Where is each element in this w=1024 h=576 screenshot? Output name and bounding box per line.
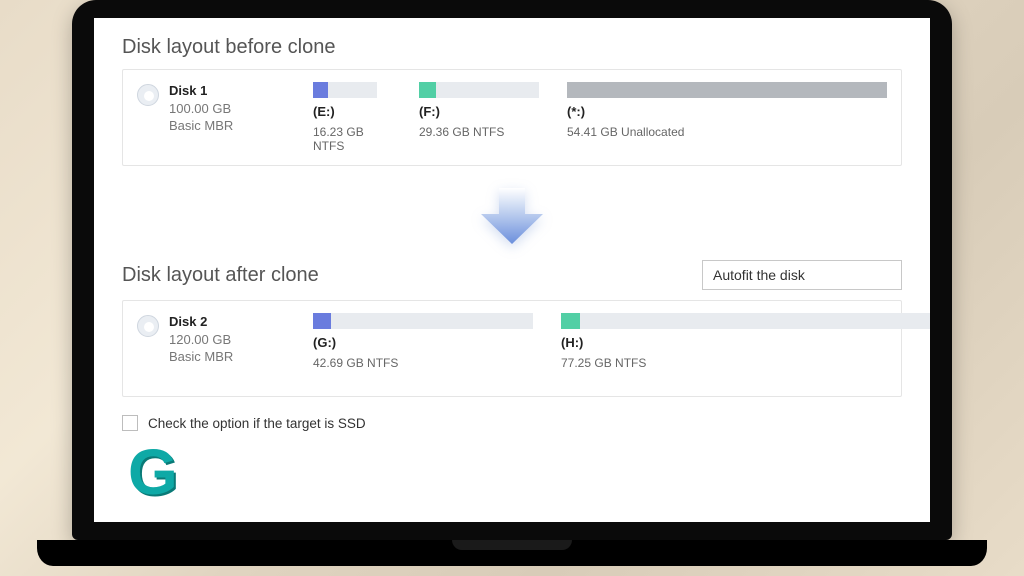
partition-bar	[313, 82, 377, 98]
laptop-bezel: Disk layout before clone Disk 1 100.00 G…	[72, 0, 952, 540]
after-partitions: (G:)42.69 GB NTFS(H:)77.25 GB NTFS(*:)15…	[313, 313, 930, 384]
wallpaper-background: Disk layout before clone Disk 1 100.00 G…	[0, 0, 1024, 576]
clone-arrow	[122, 186, 902, 246]
before-disk-meta: Disk 1 100.00 GB Basic MBR	[169, 82, 233, 135]
partition-used-segment	[313, 82, 328, 98]
app-window: Disk layout before clone Disk 1 100.00 G…	[94, 18, 930, 522]
before-panel: Disk 1 100.00 GB Basic MBR (E:) 16.23 GB …	[122, 69, 902, 166]
partition-bar	[567, 82, 887, 98]
after-disk-size: 120.00 GB	[169, 331, 233, 349]
partition-detail: 54.41 GB Unallocated	[567, 125, 887, 139]
down-arrow-icon	[477, 186, 547, 246]
laptop-frame: Disk layout before clone Disk 1 100.00 G…	[62, 0, 962, 576]
partition-bar	[313, 313, 533, 329]
ssd-option-label: Check the option if the target is SSD	[148, 416, 366, 431]
partition-bar	[419, 82, 539, 98]
clone-layout-panel: Disk layout before clone Disk 1 100.00 G…	[94, 18, 930, 443]
disk-icon	[137, 315, 159, 337]
partition-detail: 29.36 GB NTFS	[419, 125, 539, 139]
after-disk-meta: Disk 2 120.00 GB Basic MBR	[169, 313, 233, 366]
after-title: Disk layout after clone	[122, 264, 319, 287]
before-title: Disk layout before clone	[122, 36, 902, 59]
after-disk-type: Basic MBR	[169, 348, 233, 366]
partition-letter: (*:)	[567, 104, 887, 119]
after-panel: Disk 2 120.00 GB Basic MBR (G:) 42.69 GB …	[122, 300, 902, 397]
before-disk-size: 100.00 GB	[169, 100, 233, 118]
after-disk-column: Disk 2 120.00 GB Basic MBR	[137, 313, 287, 366]
before-disk-name: Disk 1	[169, 82, 233, 100]
fit-mode-selected: Autofit the disk	[713, 267, 805, 283]
laptop-notch	[452, 540, 572, 550]
after-disk-name: Disk 2	[169, 313, 233, 331]
partition[interactable]: (E:) 16.23 GB NTFS	[313, 82, 391, 153]
partition-letter: (G:)	[313, 335, 533, 350]
partition-used-segment	[419, 82, 436, 98]
before-partitions: (E:) 16.23 GB NTFS (F:) 29.36 GB NTFS (*:) 54…	[313, 82, 887, 153]
laptop-base	[37, 540, 987, 566]
before-disk-column: Disk 1 100.00 GB Basic MBR	[137, 82, 287, 135]
ssd-option-row[interactable]: Check the option if the target is SSD	[122, 415, 902, 431]
partition-detail: 77.25 GB NTFS	[561, 356, 930, 370]
partition-used-segment	[561, 313, 580, 329]
partition-letter: (E:)	[313, 104, 391, 119]
ssd-checkbox[interactable]	[122, 415, 138, 431]
partition[interactable]: (F:) 29.36 GB NTFS	[419, 82, 539, 139]
partition[interactable]: (*:) 54.41 GB Unallocated	[567, 82, 887, 139]
partition-letter: (H:)	[561, 335, 930, 350]
after-header-row: Disk layout after clone Autofit the disk	[122, 260, 902, 290]
before-disk-type: Basic MBR	[169, 117, 233, 135]
partition-detail: 42.69 GB NTFS	[313, 356, 533, 370]
fit-mode-dropdown[interactable]: Autofit the disk	[702, 260, 902, 290]
partition-used-segment	[313, 313, 331, 329]
partition-used-segment	[567, 82, 887, 98]
partition-detail: 16.23 GB NTFS	[313, 125, 391, 153]
disk-icon	[137, 84, 159, 106]
partition[interactable]: (G:) 42.69 GB NTFS	[313, 313, 533, 370]
partition-bar	[561, 313, 930, 329]
partition[interactable]: (H:) 77.25 GB NTFS	[561, 313, 930, 370]
partition-letter: (F:)	[419, 104, 539, 119]
